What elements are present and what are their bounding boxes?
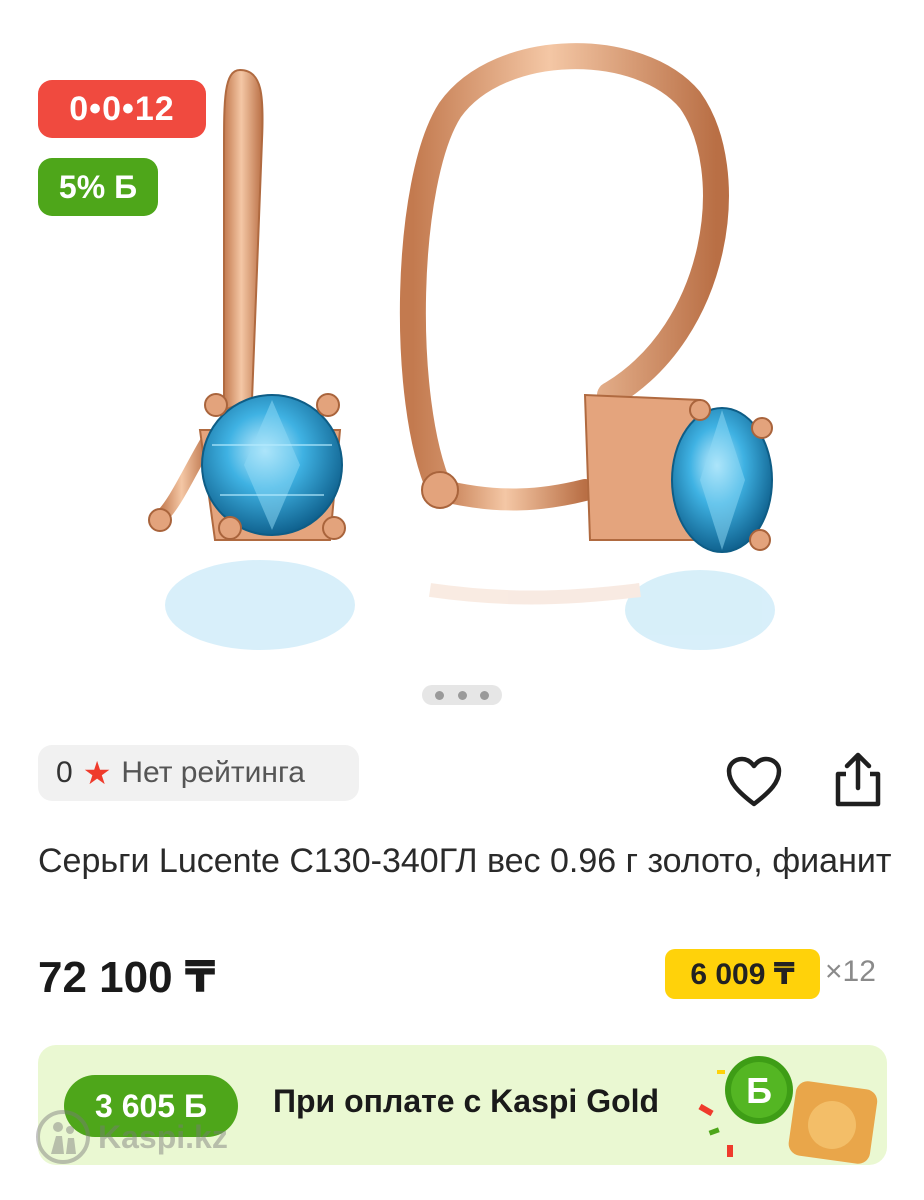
favorite-button[interactable] bbox=[725, 755, 783, 809]
installment-multiplier: ×12 bbox=[825, 955, 876, 988]
share-button[interactable] bbox=[828, 750, 888, 810]
monthly-payment-badge[interactable]: 6 009 ₸ bbox=[665, 949, 820, 999]
pager-dot[interactable] bbox=[479, 690, 489, 700]
product-price: 72 100 ₸ bbox=[38, 953, 216, 1002]
star-icon: ★ bbox=[82, 755, 112, 791]
svg-text:Б: Б bbox=[746, 1070, 772, 1111]
watermark-text: Kaspi.kz bbox=[98, 1118, 228, 1155]
rating-chip[interactable]: 0 ★ Нет рейтинга bbox=[38, 745, 359, 801]
pager-dot[interactable] bbox=[435, 690, 445, 700]
image-pager[interactable] bbox=[422, 685, 502, 705]
heart-icon bbox=[726, 756, 782, 807]
installment-badge: 0•0•12 bbox=[38, 80, 206, 138]
pager-dot[interactable] bbox=[457, 690, 467, 700]
gold-banner-text: При оплате с Kaspi Gold bbox=[273, 1083, 660, 1119]
kaspi-watermark: Kaspi.kz bbox=[36, 1110, 228, 1164]
bonus-badge: 5% Б bbox=[38, 158, 158, 216]
product-title: Серьги Lucente С130-340ГЛ вес 0.96 г зол… bbox=[38, 842, 892, 880]
product-gallery[interactable]: 0•0•12 5% Б bbox=[0, 0, 924, 720]
rating-label: Нет рейтинга bbox=[121, 756, 305, 789]
share-icon bbox=[835, 752, 881, 807]
rating-count: 0 bbox=[56, 756, 73, 789]
kaspi-logo-icon bbox=[36, 1110, 90, 1164]
bonus-coin-illustration: Б bbox=[698, 1056, 878, 1164]
